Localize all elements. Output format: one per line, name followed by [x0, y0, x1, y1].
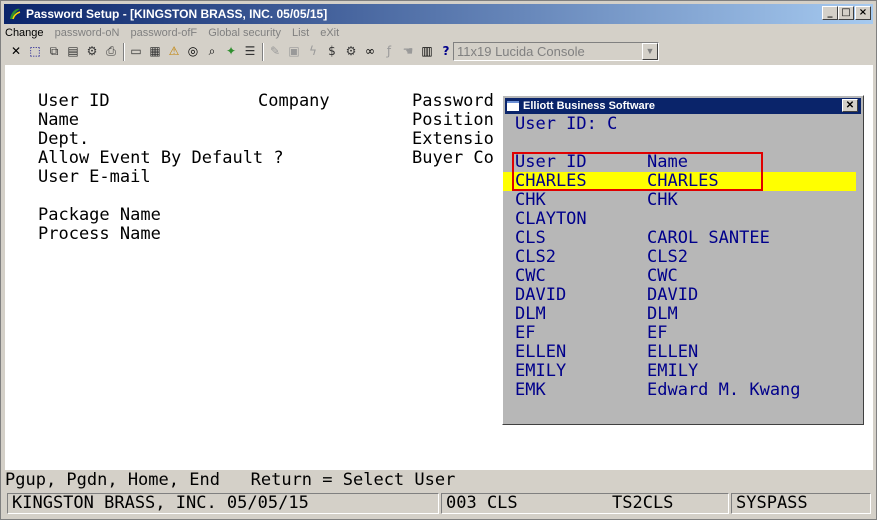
paste-icon[interactable]: ▤ — [64, 42, 82, 60]
status-panel-program: SYSPASS — [731, 493, 871, 514]
function-icon[interactable]: ƒ — [380, 42, 398, 60]
menu-password-on[interactable]: password-oN — [55, 27, 120, 39]
list-item-user-id[interactable]: EF — [515, 324, 535, 343]
help-document-icon[interactable]: ☰ — [241, 42, 259, 60]
menu-exit[interactable]: eXit — [320, 27, 339, 39]
status-terminal: TS2CLS — [612, 493, 674, 513]
password-label: Password — [412, 91, 494, 111]
pointer-hand-icon[interactable]: ☚ — [399, 42, 417, 60]
status-line: Pgup, Pgdn, Home, End Return = Select Us… — [5, 470, 873, 490]
package-name-label: Package Name — [38, 205, 161, 225]
list-item-name[interactable]: CAROL SANTEE — [647, 229, 770, 248]
list-item-name[interactable]: CWC — [647, 267, 678, 286]
maximize-button[interactable]: □ — [838, 6, 854, 20]
printer-icon[interactable]: ⎙ — [102, 42, 120, 60]
edit-pen-icon[interactable]: ✎ — [266, 42, 284, 60]
dialog-close-button[interactable]: ✕ — [842, 99, 858, 112]
dialog-title-bar: Elliott Business Software ✕ — [505, 98, 861, 114]
app-window: Password Setup - [KINGSTON BRASS, INC. 0… — [0, 0, 877, 520]
list-item-user-id[interactable]: CLS — [515, 229, 546, 248]
cancel-x-icon[interactable]: ✕ — [7, 42, 25, 60]
dollar-icon[interactable]: $ — [323, 42, 341, 60]
copy-icon[interactable]: ⧉ — [45, 42, 63, 60]
list-item-user-id[interactable]: EMK — [515, 381, 546, 400]
elliott-logo-icon[interactable]: ✦ — [222, 42, 240, 60]
status-panel-session: 003 CLS TS2CLS — [441, 493, 729, 514]
toolbar: ✕ ⬚ ⧉ ▤ ⚙ ⎙ ▭ ▦ ⚠ ◎ ⌕ ✦ ☰ ✎ ▣ ϟ $ ⚙ ∞ ƒ … — [5, 41, 873, 63]
name-label: Name — [38, 110, 79, 130]
list-item-user-id[interactable]: ELLEN — [515, 343, 566, 362]
elliott-app-icon — [10, 8, 21, 20]
list-item-user-id[interactable]: DAVID — [515, 286, 566, 305]
settings-gear-icon[interactable]: ⚙ — [83, 42, 101, 60]
list-item-user-id[interactable]: CLAYTON — [515, 210, 587, 229]
list-item-user-id[interactable]: CWC — [515, 267, 546, 286]
font-select-value: 11x19 Lucida Console — [457, 44, 585, 59]
title-bar: Password Setup - [KINGSTON BRASS, INC. 0… — [4, 4, 873, 24]
process-name-label: Process Name — [38, 224, 161, 244]
magnifier-icon[interactable]: ⌕ — [203, 42, 221, 60]
search-line: User ID: C — [515, 114, 618, 134]
extension-label: Extensio — [412, 129, 494, 149]
company-label: Company — [258, 91, 330, 111]
list-item-name[interactable]: ELLEN — [647, 343, 698, 362]
callout-box — [512, 152, 763, 191]
chevron-down-icon[interactable]: ▼ — [642, 43, 658, 60]
menu-change[interactable]: Change — [5, 27, 44, 39]
dialog-title: Elliott Business Software — [523, 100, 656, 112]
status-text: Pgup, Pgdn, Home, End Return = Select Us… — [5, 470, 456, 490]
list-item-user-id[interactable]: DLM — [515, 305, 546, 324]
gear-menu-icon[interactable]: ⚙ — [342, 42, 360, 60]
status-company: KINGSTON BRASS, INC. 05/05/15 — [12, 493, 309, 513]
lightning-icon[interactable]: ϟ — [304, 42, 322, 60]
email-label: User E-mail — [38, 167, 151, 187]
list-item-user-id[interactable]: EMILY — [515, 362, 566, 381]
list-item-user-id[interactable]: CHK — [515, 191, 546, 210]
buyer-label: Buyer Co — [412, 148, 494, 168]
menu-list[interactable]: List — [292, 27, 309, 39]
list-item-user-id[interactable]: CLS2 — [515, 248, 556, 267]
warning-icon[interactable]: ⚠ — [165, 42, 183, 60]
list-item-name[interactable]: Edward M. Kwang — [647, 381, 801, 400]
menu-bar: Change password-oN password-ofF Global s… — [5, 25, 347, 41]
calculator-icon[interactable]: ▣ — [285, 42, 303, 60]
list-item-name[interactable]: EMILY — [647, 362, 698, 381]
status-program: SYSPASS — [736, 493, 808, 513]
binoculars-icon[interactable]: ◎ — [184, 42, 202, 60]
document-icon[interactable]: ▭ — [127, 42, 145, 60]
list-item-name[interactable]: DAVID — [647, 286, 698, 305]
minimize-button[interactable]: _ — [822, 6, 838, 20]
font-select[interactable]: 11x19 Lucida Console ▼ — [453, 42, 659, 61]
link-icon[interactable]: ∞ — [361, 42, 379, 60]
position-label: Position — [412, 110, 494, 130]
status-session: 003 CLS — [446, 493, 518, 513]
allow-event-label: Allow Event By Default ? — [38, 148, 284, 168]
list-item-name[interactable]: DLM — [647, 305, 678, 324]
window-icon — [507, 101, 519, 111]
list-item-name[interactable]: CLS2 — [647, 248, 688, 267]
window-title: Password Setup - [KINGSTON BRASS, INC. 0… — [26, 7, 328, 21]
status-bar: KINGSTON BRASS, INC. 05/05/15 003 CLS TS… — [5, 492, 873, 516]
menu-global-security[interactable]: Global security — [208, 27, 281, 39]
user-id-label: User ID — [38, 91, 110, 111]
status-panel-company: KINGSTON BRASS, INC. 05/05/15 — [7, 493, 439, 514]
select-box-icon[interactable]: ⬚ — [26, 42, 44, 60]
close-button[interactable]: × — [855, 6, 871, 20]
list-icon[interactable]: ▥ — [418, 42, 436, 60]
dept-label: Dept. — [38, 129, 90, 149]
list-item-name[interactable]: CHK — [647, 191, 678, 210]
report-icon[interactable]: ▦ — [146, 42, 164, 60]
list-item-name[interactable]: EF — [647, 324, 667, 343]
menu-password-off[interactable]: password-ofF — [130, 27, 197, 39]
